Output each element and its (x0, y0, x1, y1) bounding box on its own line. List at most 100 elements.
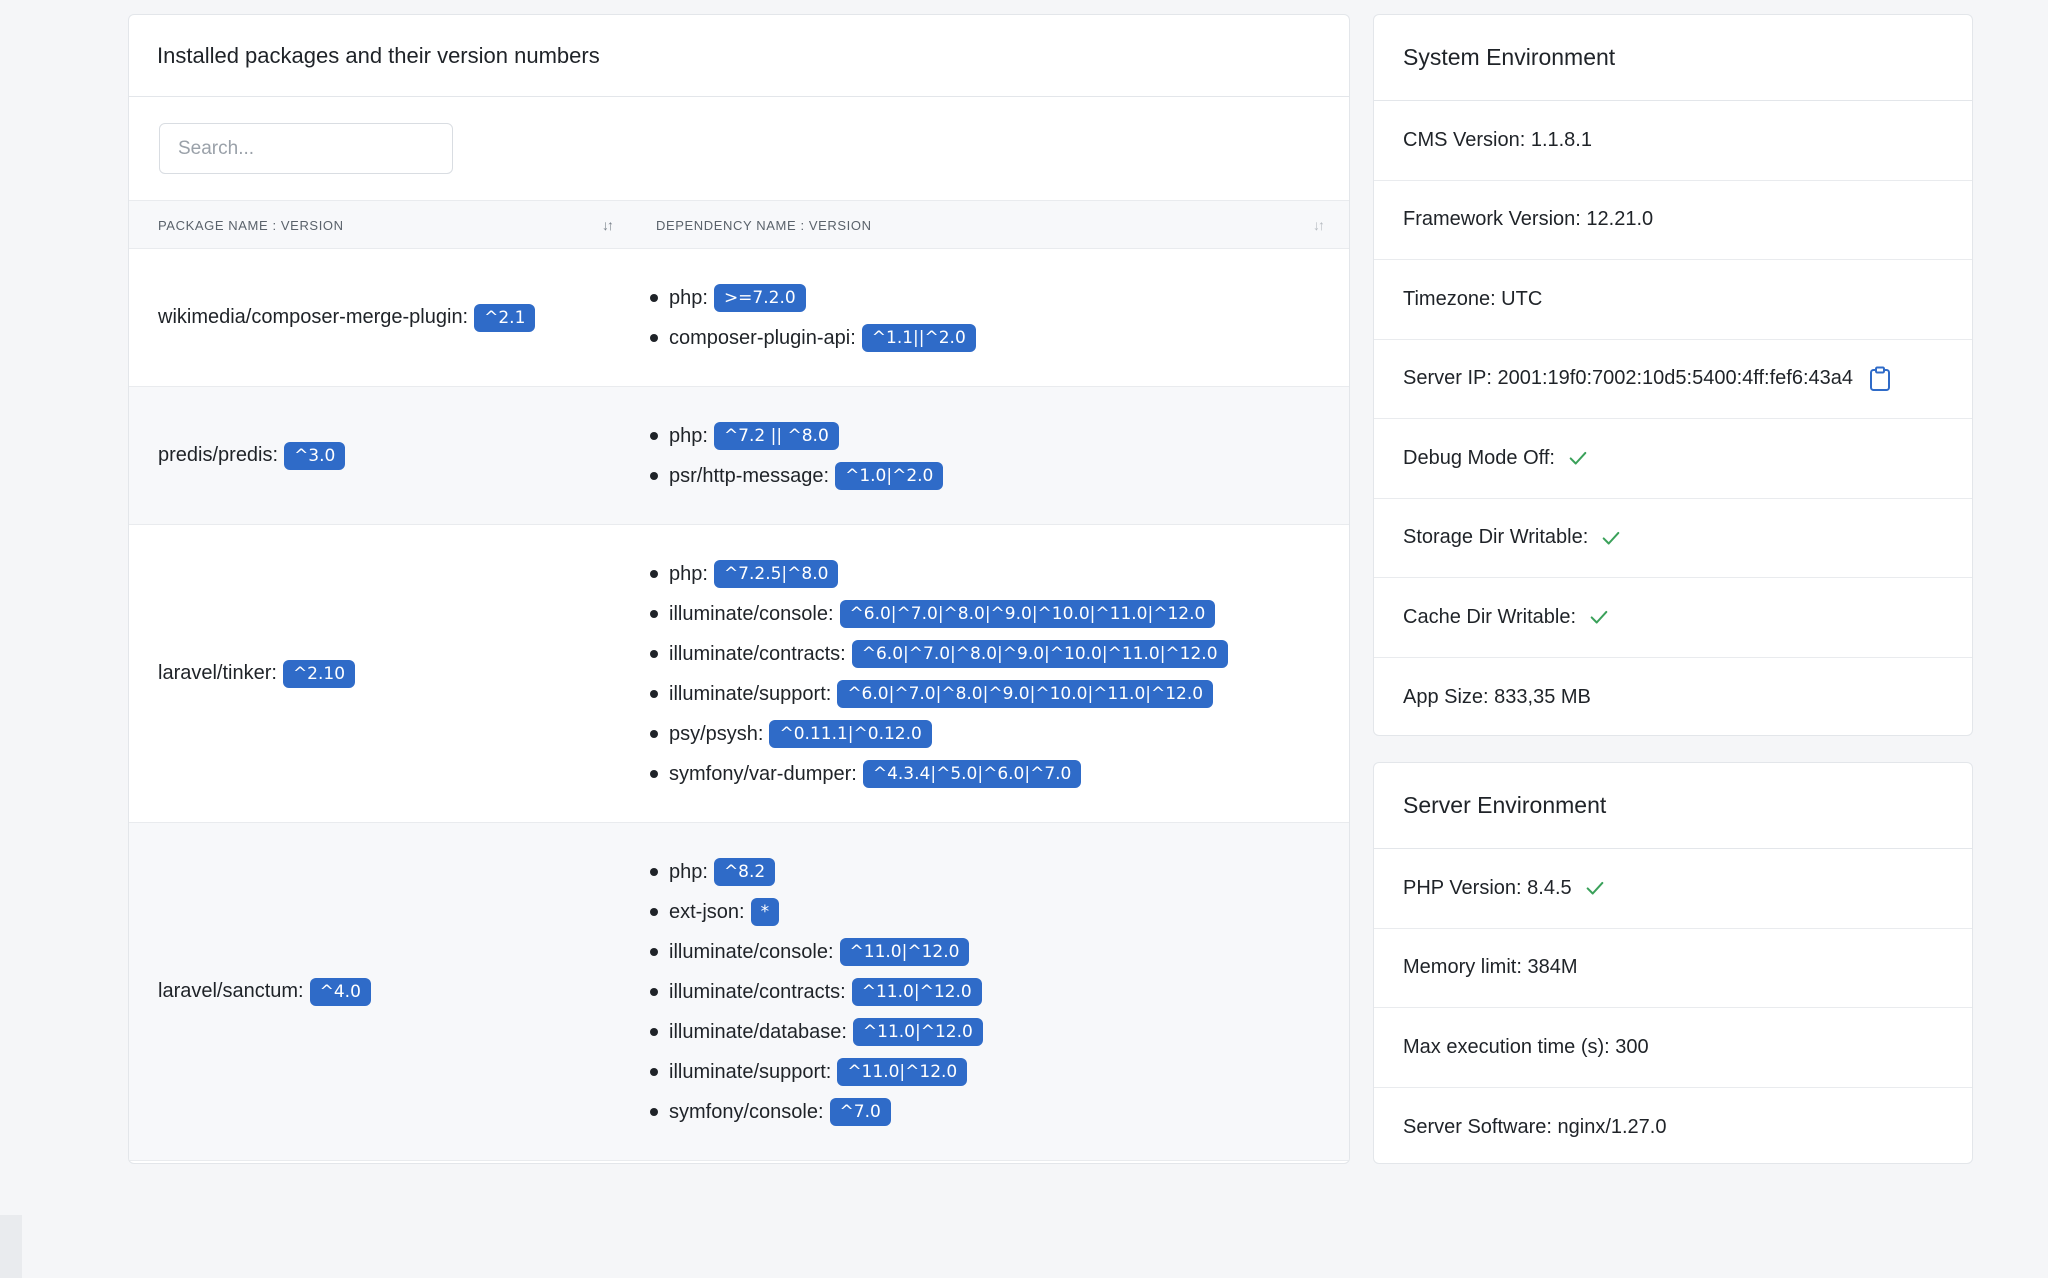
package-version-badge: ^2.1 (474, 303, 536, 332)
server-software-text: Server Software: nginx/1.27.0 (1403, 1115, 1667, 1138)
dependency-list: php: >=7.2.0 composer-plugin-api: ^1.1||^2.… (650, 278, 976, 358)
table-row: laravel/sanctum: ^4.0 php: ^8.2 ext-json: * il… (129, 823, 1349, 1161)
sort-icon[interactable]: ↓↑ (1313, 217, 1325, 233)
dependency-version-badge: ^11.0|^12.0 (837, 1058, 968, 1086)
storage-dir-row: Storage Dir Writable: (1374, 499, 1972, 578)
column-header-package[interactable]: PACKAGE NAME : VERSION (158, 201, 344, 249)
dependency-name: psy/psysh: (669, 722, 764, 745)
dependency-item: php: ^8.2 (650, 852, 983, 892)
dependency-name: php: (669, 562, 708, 585)
timezone-row: Timezone: UTC (1374, 260, 1972, 340)
package-cell: predis/predis: ^3.0 (158, 387, 346, 524)
bullet-icon (650, 1028, 658, 1036)
dependency-version-badge: ^8.2 (713, 858, 776, 886)
dependency-name: illuminate/console: (669, 940, 834, 963)
dependency-version-badge: * (750, 898, 780, 926)
bullet-icon (650, 908, 658, 916)
clipboard-icon[interactable] (1869, 366, 1891, 392)
timezone-text: Timezone: UTC (1403, 287, 1543, 310)
system-environment-title: System Environment (1374, 15, 1972, 101)
bullet-icon (650, 1068, 658, 1076)
server-ip-text: Server IP: 2001:19f0:7002:10d5:5400:4ff:… (1403, 367, 1853, 390)
package-cell: laravel/sanctum: ^4.0 (158, 823, 371, 1160)
dependency-item: illuminate/support: ^11.0|^12.0 (650, 1052, 983, 1092)
dependency-item: symfony/var-dumper: ^4.3.4|^5.0|^6.0|^7.0 (650, 754, 1228, 794)
server-software-row: Server Software: nginx/1.27.0 (1374, 1088, 1972, 1164)
dependency-item: php: ^7.2.5|^8.0 (650, 554, 1228, 594)
dependency-version-badge: ^0.11.1|^0.12.0 (769, 720, 932, 748)
dependency-version-badge: ^4.3.4|^5.0|^6.0|^7.0 (862, 760, 1082, 788)
package-version-badge: ^3.0 (284, 441, 346, 470)
package-name: wikimedia/composer-merge-plugin: (158, 306, 469, 328)
table-row: laravel/tinker: ^2.10 php: ^7.2.5|^8.0 illum… (129, 525, 1349, 823)
dependency-name: illuminate/contracts: (669, 980, 846, 1003)
max-execution-time-row: Max execution time (s): 300 (1374, 1008, 1972, 1088)
table-row: predis/predis: ^3.0 php: ^7.2 || ^8.0 psr/ht… (129, 387, 1349, 525)
package-name: predis/predis: (158, 444, 279, 466)
dependency-list: php: ^7.2 || ^8.0 psr/http-message: ^1.0|^2… (650, 416, 944, 496)
dependency-version-badge: ^11.0|^12.0 (851, 978, 982, 1006)
system-environment-list: CMS Version: 1.1.8.1 Framework Version: 1… (1374, 101, 1972, 735)
dependency-version-badge: ^6.0|^7.0|^8.0|^9.0|^10.0|^11.0|^12.0 (839, 600, 1216, 628)
dependency-name: illuminate/support: (669, 1060, 832, 1083)
dependency-version-badge: ^11.0|^12.0 (852, 1018, 983, 1046)
bullet-icon (650, 690, 658, 698)
bullet-icon (650, 868, 658, 876)
dependency-item: composer-plugin-api: ^1.1||^2.0 (650, 318, 976, 358)
bullet-icon (650, 334, 658, 342)
packages-card: Installed packages and their version num… (128, 14, 1350, 1164)
search-area (129, 97, 1349, 201)
check-icon (1590, 611, 1608, 624)
php-version-row: PHP Version: 8.4.5 (1374, 849, 1972, 929)
dependency-name: php: (669, 286, 708, 309)
memory-limit-text: Memory limit: 384M (1403, 956, 1578, 979)
dependency-name: illuminate/support: (669, 682, 832, 705)
dependency-name: ext-json: (669, 900, 745, 923)
sort-icon[interactable]: ↓↑ (602, 217, 614, 233)
dependency-name: illuminate/console: (669, 602, 834, 625)
window-edge (0, 1215, 22, 1278)
debug-mode-row: Debug Mode Off: (1374, 419, 1972, 499)
package-cell: laravel/tinker: ^2.10 (158, 525, 356, 822)
php-version-text: PHP Version: 8.4.5 (1403, 876, 1572, 899)
server-environment-card: Server Environment PHP Version: 8.4.5 Mem… (1373, 762, 1973, 1164)
dependency-item: illuminate/console: ^6.0|^7.0|^8.0|^9.0|^… (650, 594, 1228, 634)
max-execution-time-text: Max execution time (s): 300 (1403, 1035, 1649, 1058)
column-header-dependency[interactable]: DEPENDENCY NAME : VERSION (656, 201, 872, 249)
server-environment-list: PHP Version: 8.4.5 Memory limit: 384M Max … (1374, 849, 1972, 1164)
bullet-icon (650, 988, 658, 996)
bullet-icon (650, 1108, 658, 1116)
dependency-item: illuminate/support: ^6.0|^7.0|^8.0|^9.0|^… (650, 674, 1228, 714)
dependency-list: php: ^8.2 ext-json: * illuminate/console: ^11… (650, 852, 983, 1132)
table-header: PACKAGE NAME : VERSION ↓↑ DEPENDENCY NAM… (129, 201, 1349, 249)
server-environment-title: Server Environment (1374, 763, 1972, 849)
package-name: laravel/sanctum: (158, 980, 304, 1002)
dependency-list: php: ^7.2.5|^8.0 illuminate/console: ^6.0|^… (650, 554, 1228, 794)
app-size-text: App Size: 833,35 MB (1403, 685, 1591, 708)
package-name: laravel/tinker: (158, 662, 277, 684)
dependency-version-badge: ^7.2 || ^8.0 (713, 422, 839, 450)
framework-version-row: Framework Version: 12.21.0 (1374, 181, 1972, 260)
cms-version-text: CMS Version: 1.1.8.1 (1403, 128, 1592, 151)
dependency-item: illuminate/contracts: ^11.0|^12.0 (650, 972, 983, 1012)
dependency-version-badge: >=7.2.0 (713, 284, 806, 312)
bullet-icon (650, 650, 658, 658)
search-input[interactable] (159, 123, 453, 174)
dependency-version-badge: ^1.1||^2.0 (861, 324, 976, 352)
dependency-item: illuminate/database: ^11.0|^12.0 (650, 1012, 983, 1052)
bullet-icon (650, 770, 658, 778)
cms-version-row: CMS Version: 1.1.8.1 (1374, 101, 1972, 181)
package-version-badge: ^2.10 (282, 659, 356, 688)
dependency-item: php: >=7.2.0 (650, 278, 976, 318)
dependency-name: symfony/console: (669, 1100, 824, 1123)
cache-dir-row: Cache Dir Writable: (1374, 578, 1972, 658)
dependency-version-badge: ^6.0|^7.0|^8.0|^9.0|^10.0|^11.0|^12.0 (851, 640, 1228, 668)
cache-dir-text: Cache Dir Writable: (1403, 605, 1577, 628)
bullet-icon (650, 610, 658, 618)
dependency-item: illuminate/contracts: ^6.0|^7.0|^8.0|^9.0… (650, 634, 1228, 674)
bullet-icon (650, 294, 658, 302)
dependency-name: illuminate/database: (669, 1020, 847, 1043)
dependency-name: illuminate/contracts: (669, 642, 846, 665)
packages-header: Installed packages and their version num… (129, 15, 1349, 97)
bullet-icon (650, 432, 658, 440)
